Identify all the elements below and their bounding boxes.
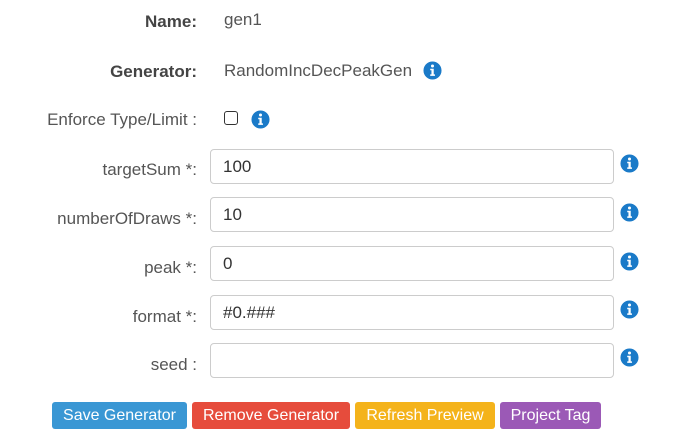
number-of-draws-label: numberOfDraws *: (57, 209, 197, 228)
number-of-draws-info-icon[interactable] (620, 203, 639, 222)
enforce-checkbox[interactable] (224, 111, 238, 125)
target-sum-info-icon[interactable] (620, 154, 639, 173)
seed-input[interactable] (210, 343, 614, 378)
seed-info-icon[interactable] (620, 348, 639, 367)
generator-value: RandomIncDecPeakGen (224, 61, 413, 80)
format-input[interactable] (210, 295, 614, 330)
remove-generator-button[interactable]: Remove Generator (192, 402, 350, 429)
seed-label: seed : (150, 355, 197, 374)
peak-info-icon[interactable] (620, 252, 639, 271)
generator-label: Generator: (110, 62, 197, 81)
refresh-preview-button[interactable]: Refresh Preview (355, 402, 495, 429)
format-info-icon[interactable] (620, 300, 639, 319)
peak-input[interactable] (210, 246, 614, 281)
enforce-info-icon[interactable] (251, 110, 270, 129)
save-generator-button[interactable]: Save Generator (52, 402, 187, 429)
target-sum-input[interactable] (210, 149, 614, 184)
number-of-draws-input[interactable] (210, 197, 614, 232)
format-label: format *: (132, 307, 197, 326)
enforce-label: Enforce Type/Limit : (47, 110, 197, 129)
target-sum-label: targetSum *: (102, 160, 198, 179)
name-label: Name: (145, 12, 197, 31)
name-value: gen1 (224, 10, 262, 29)
project-tag-button[interactable]: Project Tag (500, 402, 601, 429)
generator-info-icon[interactable] (423, 61, 442, 80)
peak-label: peak *: (144, 258, 197, 277)
